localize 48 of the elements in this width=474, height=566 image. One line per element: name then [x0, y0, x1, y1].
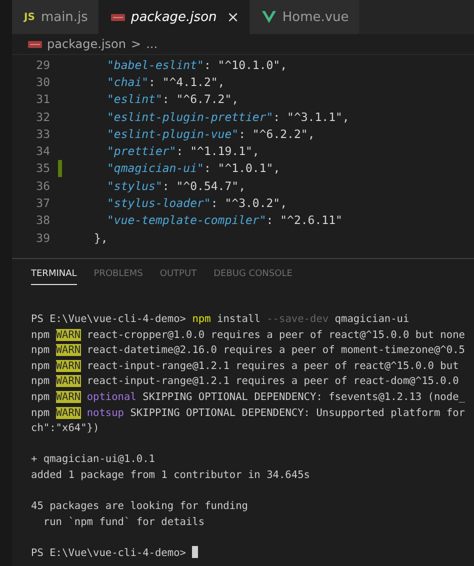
line-number: 30	[35, 74, 50, 89]
terminal-line: npm WARN optional SKIPPING OPTIONAL DEPENDENCY: fsevents@1.2.13 (node_	[31, 390, 465, 403]
code-line: "vue-template-compiler": "^2.6.11"	[107, 213, 342, 228]
json-file-icon	[28, 40, 42, 48]
terminal-line: + qmagician-ui@1.0.1	[31, 453, 155, 466]
json-file-icon	[110, 14, 125, 20]
code-line: "babel-eslint": "^10.1.0",	[107, 58, 288, 72]
terminal-line: npm WARN react-cropper@1.0.0 requires a peer of react@^15.0.0 but none	[31, 328, 465, 341]
change-marker	[58, 160, 62, 177]
terminal-line: 45 packages are looking for funding	[31, 500, 248, 512]
line-number: 33	[35, 126, 50, 141]
terminal-line: PS E:\Vue\vue-cli-4-demo> npm install --save-dev qmagician-ui	[31, 313, 410, 325]
code-line: "chai": "^4.1.2",	[107, 74, 225, 89]
terminal-line: run `npm fund` for details	[42, 516, 205, 528]
terminal-line: npm WARN react-datetime@2.16.0 requires a peer of moment-timezone@^0.5	[31, 344, 465, 356]
terminal-line: PS E:\Vue\vue-cli-4-demo>	[31, 546, 187, 559]
line-number: 39	[35, 230, 50, 245]
code-line: "eslint-plugin-prettier": "^3.1.1",	[107, 110, 350, 124]
terminal-line: ch":"x64"})	[31, 422, 100, 434]
breadcrumb-item[interactable]: ...	[146, 37, 158, 51]
line-number: 35	[35, 161, 50, 176]
breadcrumb-separator: >	[131, 37, 142, 51]
line-number: 36	[35, 178, 50, 193]
code-line: "qmagician-ui": "^1.0.1",	[107, 161, 280, 176]
close-icon[interactable]: ×	[226, 8, 240, 26]
editor-tab[interactable]: package.json ×	[98, 0, 250, 34]
code-line: "stylus": "^0.54.7",	[107, 178, 246, 193]
code-line: "eslint-plugin-vue": "^6.2.2",	[107, 126, 315, 141]
terminal-line: npm WARN react-input-range@1.2.1 requires a peer of react-dom@^15.0.0	[31, 375, 459, 388]
terminal-line: npm WARN notsup SKIPPING OPTIONAL DEPENDENCY: Unsupported platform for	[31, 406, 465, 419]
breadcrumb-item[interactable]: package.json	[47, 37, 126, 51]
line-number: 34	[35, 144, 50, 158]
code-line: "eslint": "^6.7.2",	[107, 92, 239, 106]
vue-logo-icon	[262, 11, 276, 23]
js-file-icon: JS	[24, 12, 35, 22]
terminal-line: added 1 package from 1 contributor in 34.645s	[31, 468, 310, 481]
terminal-line: npm WARN react-input-range@1.2.1 requires a peer of react@^15.0.0 but	[31, 360, 459, 372]
panel-tab[interactable]: TERMINAL	[31, 263, 77, 285]
editor-tab[interactable]: JS main.js	[12, 0, 99, 34]
line-number: 38	[35, 213, 50, 228]
code-line: "prettier": "^1.19.1",	[107, 144, 260, 158]
line-number: 32	[35, 110, 50, 124]
code-line: "stylus-loader": "^3.0.2",	[107, 196, 288, 210]
editor-tab[interactable]: Home.vue	[250, 0, 360, 34]
line-number: 37	[35, 196, 50, 210]
line-number: 31	[35, 92, 50, 106]
line-number: 29	[35, 58, 50, 72]
code-line: },	[94, 230, 108, 245]
